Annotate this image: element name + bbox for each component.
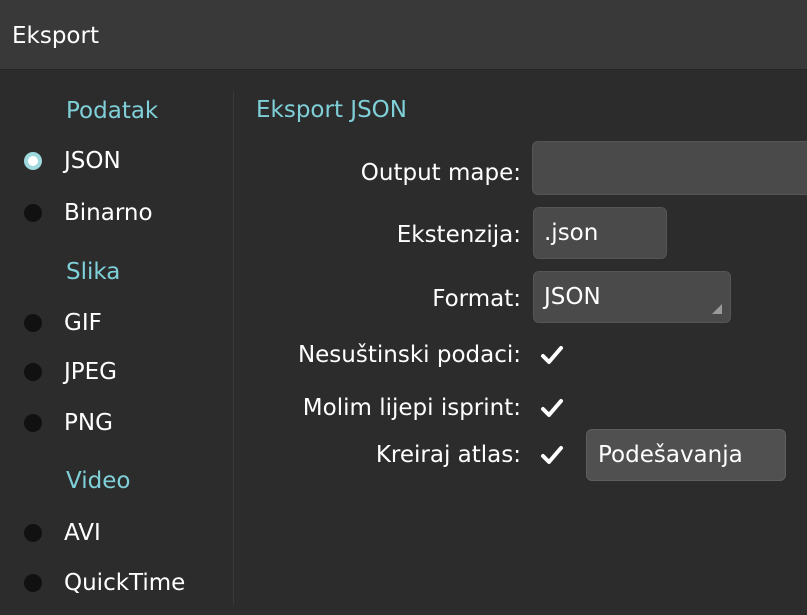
radio-gif[interactable]: GIF xyxy=(24,306,102,340)
radio-unchecked-icon[interactable] xyxy=(24,574,42,592)
output-folder-input[interactable] xyxy=(532,141,807,195)
window-title: Eksport xyxy=(12,23,99,49)
radio-unchecked-icon[interactable] xyxy=(24,204,42,222)
extension-value: .json xyxy=(544,220,599,246)
create-atlas-label: Kreiraj atlas: xyxy=(375,442,521,468)
radio-unchecked-icon[interactable] xyxy=(24,363,42,381)
radio-label-gif: GIF xyxy=(64,310,102,336)
format-value: JSON xyxy=(544,284,601,310)
window-titlebar: Eksport xyxy=(0,0,807,70)
section-header-image: Slika xyxy=(66,259,121,285)
radio-label-jpeg: JPEG xyxy=(64,359,118,385)
dropdown-corner-icon xyxy=(712,304,722,314)
nonessential-data-checkbox[interactable] xyxy=(540,343,564,367)
radio-binary[interactable]: Binarno xyxy=(24,196,153,230)
extension-label: Ekstenzija: xyxy=(396,222,521,248)
atlas-settings-button[interactable]: Podešavanja xyxy=(586,429,786,481)
radio-unchecked-icon[interactable] xyxy=(24,414,42,432)
extension-input[interactable]: .json xyxy=(533,207,667,259)
radio-label-json: JSON xyxy=(64,148,121,174)
radio-quicktime[interactable]: QuickTime xyxy=(24,566,185,600)
pretty-print-label: Molim lijepi isprint: xyxy=(302,395,521,421)
pretty-print-checkbox[interactable] xyxy=(540,396,564,420)
radio-jpeg[interactable]: JPEG xyxy=(24,355,117,389)
radio-label-binary: Binarno xyxy=(64,200,153,226)
nonessential-data-label: Nesuštinski podaci: xyxy=(297,342,521,368)
radio-json[interactable]: JSON xyxy=(24,144,121,178)
section-header-video: Video xyxy=(66,468,131,494)
radio-avi[interactable]: AVI xyxy=(24,516,101,550)
radio-checked-icon[interactable] xyxy=(24,152,42,170)
atlas-settings-button-label: Podešavanja xyxy=(598,442,743,468)
format-select[interactable]: JSON xyxy=(533,271,731,323)
radio-label-avi: AVI xyxy=(64,520,101,546)
radio-png[interactable]: PNG xyxy=(24,406,113,440)
format-label: Format: xyxy=(432,286,521,312)
pane-divider xyxy=(233,92,234,604)
section-header-data: Podatak xyxy=(66,98,159,124)
radio-unchecked-icon[interactable] xyxy=(24,314,42,332)
radio-label-quicktime: QuickTime xyxy=(64,570,186,596)
create-atlas-checkbox[interactable] xyxy=(540,443,564,467)
panel-title: Eksport JSON xyxy=(256,97,407,123)
radio-unchecked-icon[interactable] xyxy=(24,524,42,542)
radio-label-png: PNG xyxy=(64,410,113,436)
output-folder-label: Output mape: xyxy=(360,160,521,186)
